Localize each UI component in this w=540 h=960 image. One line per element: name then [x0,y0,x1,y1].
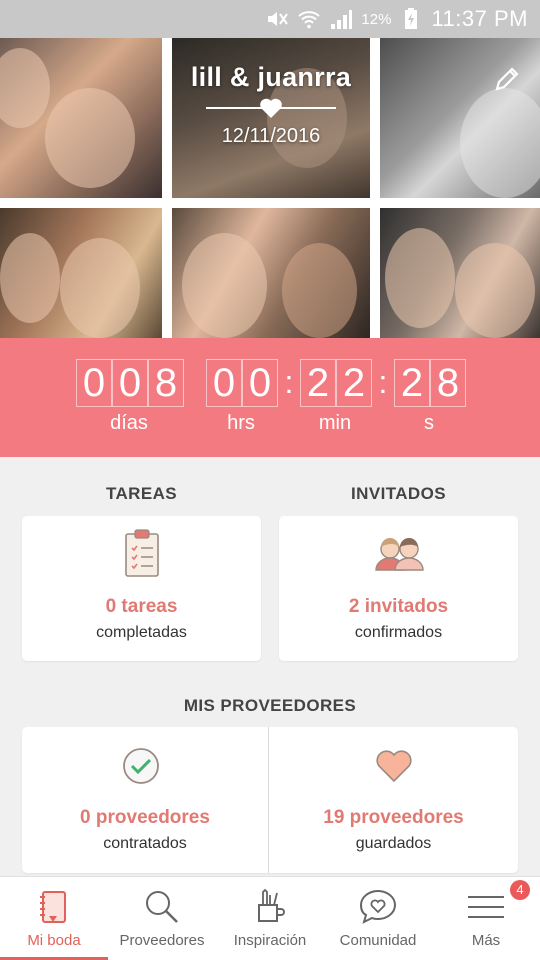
menu-icon [468,896,504,918]
countdown-label-seconds: s [424,412,434,434]
couple-info: lill & juanrra 12/11/2016 [172,62,370,148]
couple-photo [380,38,540,198]
countdown-digit: 0 [112,359,148,407]
tasks-caption: completadas [96,624,187,641]
couple-photo [380,208,540,338]
guests-card[interactable]: 2 invitados confirmados [279,516,518,661]
countdown-label-hours: hrs [227,412,255,434]
vendors-card: 0 proveedores contratados 19 proveedores… [22,727,518,873]
couple-names: lill & juanrra [190,62,352,92]
countdown-label-minutes: min [318,412,352,434]
countdown-digit: 8 [148,359,184,407]
vendors-hired-caption: contratados [103,835,187,852]
countdown-digit: 0 [206,359,242,407]
edit-pencil-icon[interactable] [492,64,522,94]
notebook-icon [40,891,66,923]
wedding-date: 12/11/2016 [221,125,321,147]
wifi-icon [298,11,321,29]
countdown-digit: 8 [430,359,466,407]
clipboard-icon [125,529,159,577]
battery-charging-icon [405,8,418,29]
clock: 11:37 PM [431,6,528,31]
countdown: 0 0 8 0 0 : 2 2 : 2 8 días hrs min s [0,338,540,457]
countdown-digit: 0 [76,359,112,407]
guests-count: 2 invitados [348,596,449,617]
battery-percent: 12% [361,10,392,28]
countdown-digit: 2 [336,359,372,407]
vendors-hired[interactable]: 0 proveedores contratados [22,727,268,873]
countdown-digit: 2 [300,359,336,407]
guests-title: INVITADOS [351,484,446,503]
couple-photo [0,38,162,198]
guests-icon [375,538,424,571]
divider [206,97,336,119]
tasks-title: TAREAS [105,484,178,503]
vendors-saved-caption: guardados [355,835,432,852]
search-icon [146,891,178,923]
guests-caption: confirmados [354,624,443,641]
heart-icon [376,750,412,783]
nav-comunidad[interactable]: Comunidad [324,877,432,960]
nav-label: Proveedores [119,932,205,949]
vendors-divider [268,727,269,873]
nav-label: Comunidad [339,932,417,949]
countdown-digit: 2 [394,359,430,407]
vendors-saved[interactable]: 19 proveedores guardados [269,727,518,873]
nav-mas[interactable]: 4 Más [432,877,540,960]
check-circle-icon [123,748,159,784]
bottom-nav: Mi boda Proveedores Inspiración Comunida… [0,876,540,960]
vendors-title: MIS PROVEEDORES [183,696,357,715]
nav-inspiracion[interactable]: Inspiración [216,877,324,960]
notification-badge: 4 [510,880,530,900]
pencil-cup-icon [258,888,285,922]
vendors-hired-count: 0 proveedores [80,807,210,828]
countdown-digit: 0 [242,359,278,407]
couple-photo [172,208,370,338]
tasks-count: 0 tareas [105,596,178,617]
nav-label: Más [471,932,501,949]
signal-icon [331,10,353,29]
mute-icon [268,12,289,26]
countdown-separator: : [284,364,294,400]
vendors-saved-count: 19 proveedores [323,807,464,828]
nav-label: Inspiración [233,932,307,949]
countdown-separator: : [378,364,388,400]
nav-label: Mi boda [27,932,81,949]
status-bar: 12% 11:37 PM [0,0,540,38]
countdown-label-days: días [110,412,148,434]
nav-mi-boda[interactable]: Mi boda [0,877,108,960]
couple-photo [0,208,162,338]
nav-proveedores[interactable]: Proveedores [108,877,216,960]
heart-divider-icon [260,98,282,118]
tasks-card[interactable]: 0 tareas completadas [22,516,261,661]
photo-grid: lill & juanrra 12/11/2016 [0,38,540,338]
chat-heart-icon [359,889,397,924]
